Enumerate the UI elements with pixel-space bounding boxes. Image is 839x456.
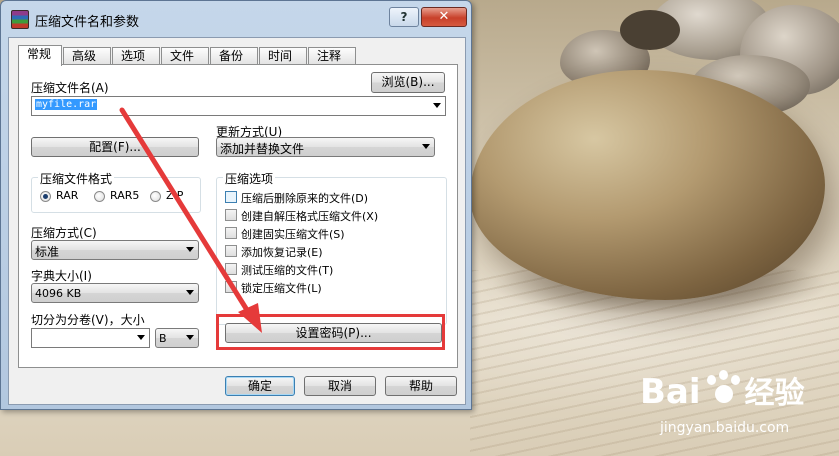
method-label: 压缩方式(C) bbox=[31, 226, 97, 240]
test-files-label: 测试压缩的文件(T) bbox=[241, 264, 334, 277]
baidu-jingyan-watermark: Bai 经验 jingyan.baidu.com bbox=[640, 368, 805, 436]
close-icon[interactable]: ✕ bbox=[421, 7, 467, 27]
chevron-down-icon[interactable] bbox=[186, 247, 194, 252]
format-rar5-label: RAR5 bbox=[110, 189, 140, 202]
lock-archive-checkbox[interactable] bbox=[225, 281, 237, 293]
watermark-logo-text: Bai bbox=[640, 372, 701, 412]
help-button[interactable]: 帮助 bbox=[385, 376, 457, 396]
delete-after-checkbox[interactable] bbox=[225, 191, 237, 203]
chevron-down-icon[interactable] bbox=[186, 335, 194, 340]
split-unit-value: B bbox=[159, 332, 167, 345]
watermark-brand: 经验 bbox=[744, 376, 805, 411]
dict-size-value: 4096 KB bbox=[35, 287, 82, 300]
winrar-icon bbox=[11, 10, 29, 29]
method-value: 标准 bbox=[35, 245, 60, 259]
format-group: 压缩文件格式 RAR RAR5 ZIP bbox=[31, 170, 201, 213]
split-unit-select[interactable]: B bbox=[155, 328, 199, 348]
archive-name-label: 压缩文件名(A) bbox=[31, 81, 109, 95]
format-rar-radio[interactable] bbox=[40, 191, 51, 202]
ok-button[interactable]: 确定 bbox=[225, 376, 295, 396]
update-mode-select[interactable]: 添加并替换文件 bbox=[216, 137, 435, 157]
tab-time[interactable]: 时间 bbox=[259, 47, 307, 64]
background-rock bbox=[620, 10, 680, 50]
annotation-highlight-box bbox=[216, 314, 445, 350]
title-bar[interactable]: 压缩文件名和参数 ? ✕ bbox=[1, 1, 471, 35]
archive-name-field[interactable]: myfile.rar bbox=[31, 96, 446, 116]
tab-advanced[interactable]: 高级 bbox=[63, 47, 111, 64]
cancel-button[interactable]: 取消 bbox=[304, 376, 376, 396]
update-mode-value: 添加并替换文件 bbox=[220, 142, 305, 156]
window-title: 压缩文件名和参数 bbox=[35, 15, 140, 30]
tab-general[interactable]: 常规 bbox=[18, 45, 62, 66]
solid-label: 创建固实压缩文件(S) bbox=[241, 228, 345, 241]
method-select[interactable]: 标准 bbox=[31, 240, 199, 260]
chevron-down-icon[interactable] bbox=[433, 103, 441, 108]
format-rar5-radio[interactable] bbox=[94, 191, 105, 202]
foreground-boulder bbox=[470, 70, 825, 300]
recovery-record-label: 添加恢复记录(E) bbox=[241, 246, 323, 259]
delete-after-label: 压缩后删除原来的文件(D) bbox=[241, 192, 369, 205]
recovery-record-checkbox[interactable] bbox=[225, 245, 237, 257]
split-volume-size[interactable] bbox=[31, 328, 150, 348]
chevron-down-icon[interactable] bbox=[186, 290, 194, 295]
format-zip-label: ZIP bbox=[166, 189, 184, 202]
format-group-title: 压缩文件格式 bbox=[38, 170, 115, 187]
archive-name-value: myfile.rar bbox=[35, 99, 98, 110]
options-group-title: 压缩选项 bbox=[223, 170, 276, 187]
format-zip-radio[interactable] bbox=[150, 191, 161, 202]
dict-size-label: 字典大小(I) bbox=[31, 269, 92, 283]
sfx-label: 创建自解压格式压缩文件(X) bbox=[241, 210, 379, 223]
format-rar-label: RAR bbox=[56, 189, 79, 202]
tab-comment[interactable]: 注释 bbox=[308, 47, 356, 64]
tab-backup[interactable]: 备份 bbox=[210, 47, 258, 64]
options-group: 压缩选项 压缩后删除原来的文件(D) 创建自解压格式压缩文件(X) 创建固实压缩… bbox=[216, 170, 447, 325]
tab-options[interactable]: 选项 bbox=[112, 47, 160, 64]
test-files-checkbox[interactable] bbox=[225, 263, 237, 275]
paw-icon bbox=[701, 369, 745, 409]
profiles-button[interactable]: 配置(F)... bbox=[31, 137, 199, 157]
sfx-checkbox[interactable] bbox=[225, 209, 237, 221]
help-icon[interactable]: ? bbox=[389, 7, 419, 27]
lock-archive-label: 锁定压缩文件(L) bbox=[241, 282, 322, 295]
solid-checkbox[interactable] bbox=[225, 227, 237, 239]
dict-size-select[interactable]: 4096 KB bbox=[31, 283, 199, 303]
watermark-url: jingyan.baidu.com bbox=[660, 420, 790, 436]
chevron-down-icon[interactable] bbox=[137, 335, 145, 340]
chevron-down-icon[interactable] bbox=[422, 144, 430, 149]
split-volume-label: 切分为分卷(V)，大小 bbox=[31, 313, 145, 327]
browse-button[interactable]: 浏览(B)... bbox=[371, 72, 445, 93]
tab-files[interactable]: 文件 bbox=[161, 47, 209, 64]
